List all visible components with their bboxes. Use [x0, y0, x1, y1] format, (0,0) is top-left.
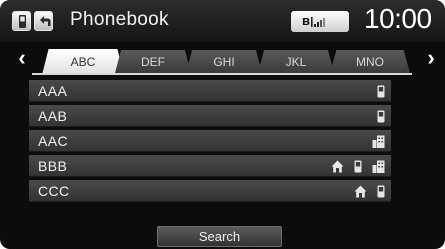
phonebook-screen: Phonebook ʙ 10:00 ‹ ABC DEF GHI JKL MNO … — [0, 0, 445, 249]
back-button[interactable] — [34, 11, 53, 31]
mobile-icon — [377, 85, 385, 97]
signal-strength-icon — [311, 17, 325, 27]
header-bar: Phonebook ʙ 10:00 — [0, 0, 445, 42]
back-arrow-icon — [40, 16, 51, 26]
tab-mno[interactable]: MNO — [330, 50, 410, 73]
tab-underline — [32, 73, 412, 75]
contact-row[interactable]: CCC — [29, 180, 391, 202]
contact-name: CCC — [38, 183, 70, 199]
contact-name: AAA — [38, 83, 68, 99]
status-indicator: ʙ — [291, 11, 349, 32]
home-icon — [331, 160, 344, 172]
next-page-button[interactable]: › — [422, 45, 440, 71]
mobile-icon — [377, 110, 385, 122]
bluetooth-icon: ʙ — [302, 13, 310, 28]
contact-row[interactable]: AAA — [29, 80, 391, 102]
office-icon — [372, 135, 385, 148]
home-icon — [354, 185, 367, 197]
mobile-icon — [354, 160, 362, 172]
office-icon — [372, 160, 385, 173]
page-title: Phonebook — [70, 9, 169, 30]
tab-abc[interactable]: ABC — [42, 49, 124, 75]
tab-ghi[interactable]: GHI — [186, 50, 262, 73]
mobile-icon — [377, 185, 385, 197]
tab-bar: ‹ ABC DEF GHI JKL MNO › — [0, 42, 445, 75]
search-button[interactable]: Search — [157, 226, 282, 247]
phone-icon — [19, 15, 26, 28]
contact-row[interactable]: AAC — [29, 130, 391, 152]
contact-row[interactable]: AAB — [29, 105, 391, 127]
contact-name: BBB — [38, 158, 68, 174]
contact-name: AAB — [38, 108, 68, 124]
tab-jkl[interactable]: JKL — [258, 50, 334, 73]
contact-row[interactable]: BBB — [29, 155, 391, 177]
prev-page-button[interactable]: ‹ — [13, 45, 31, 71]
clock: 10:00 — [364, 3, 432, 34]
phone-button[interactable] — [12, 11, 31, 31]
contact-list: AAA AAB AAC BBB CCC — [29, 80, 391, 205]
tab-def[interactable]: DEF — [115, 50, 191, 73]
contact-name: AAC — [38, 133, 68, 149]
